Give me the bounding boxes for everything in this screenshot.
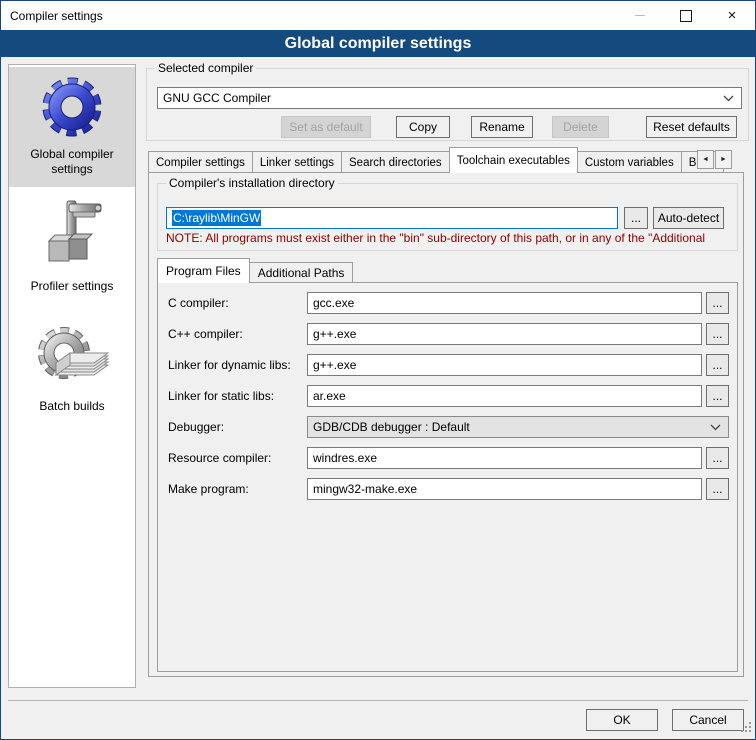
make-program-browse-button[interactable]: ...	[706, 478, 729, 500]
arrow-left-icon: ◄	[702, 156, 709, 163]
rename-button[interactable]: Rename	[471, 116, 533, 138]
field-label: Debugger:	[168, 420, 224, 434]
tab-compiler-settings[interactable]: Compiler settings	[148, 151, 253, 173]
installation-directory-group: Compiler's installation directory C:\ray…	[157, 183, 738, 251]
make-program-input[interactable]: mingw32-make.exe	[307, 478, 702, 500]
static-linker-input[interactable]: ar.exe	[307, 385, 702, 407]
sidebar-item-label: Profiler settings	[25, 279, 120, 294]
settings-sidebar: Global compiler settings	[8, 64, 136, 688]
field-label: C compiler:	[168, 296, 229, 310]
tab-scroll-buttons: ◄ ►	[696, 150, 732, 169]
caliper-icon	[39, 199, 105, 274]
field-label: Resource compiler:	[168, 451, 271, 465]
gear-stack-icon	[34, 321, 110, 394]
auto-detect-button[interactable]: Auto-detect	[653, 207, 724, 229]
tab-toolchain-executables[interactable]: Toolchain executables	[449, 147, 578, 173]
arrow-right-icon: ►	[720, 156, 727, 163]
static-linker-browse-button[interactable]: ...	[706, 385, 729, 407]
field-value: mingw32-make.exe	[313, 482, 417, 496]
directory-browse-button[interactable]: ...	[624, 207, 648, 229]
resource-compiler-input[interactable]: windres.exe	[307, 447, 702, 469]
field-label: C++ compiler:	[168, 327, 243, 341]
installation-directory-group-label: Compiler's installation directory	[166, 176, 338, 190]
tab-custom-variables[interactable]: Custom variables	[577, 151, 682, 173]
sidebar-item-batch-builds[interactable]: Batch builds	[9, 313, 135, 419]
gear-blue-icon	[40, 75, 104, 142]
field-label: Make program:	[168, 482, 249, 496]
dynamic-linker-input[interactable]: g++.exe	[307, 354, 702, 376]
cpp-compiler-input[interactable]: g++.exe	[307, 323, 702, 345]
compiler-select[interactable]: GNU GCC Compiler	[157, 87, 742, 109]
minimize-button[interactable]	[617, 1, 663, 30]
tab-scroll-right-button[interactable]: ►	[715, 150, 732, 169]
chevron-down-icon	[710, 424, 721, 431]
title-bar: Compiler settings ×	[1, 1, 755, 30]
bin-directory-note: NOTE: All programs must exist either in …	[166, 231, 733, 245]
tab-scroll-left-button[interactable]: ◄	[697, 150, 714, 169]
toolchain-subtab-bar: Program Files Additional Paths	[157, 259, 352, 283]
field-value: gcc.exe	[313, 296, 354, 310]
close-button[interactable]: ×	[709, 1, 755, 30]
c-compiler-input[interactable]: gcc.exe	[307, 292, 702, 314]
sidebar-item-global-compiler-settings[interactable]: Global compiler settings	[9, 67, 135, 187]
compiler-settings-dialog: Compiler settings × Global compiler sett…	[0, 0, 756, 740]
footer-divider	[8, 700, 748, 701]
selected-compiler-group-label: Selected compiler	[155, 61, 256, 75]
c-compiler-browse-button[interactable]: ...	[706, 292, 729, 314]
sidebar-item-label: Batch builds	[33, 399, 110, 414]
field-label: Linker for static libs:	[168, 389, 274, 403]
sidebar-item-profiler-settings[interactable]: Profiler settings	[9, 191, 135, 293]
compiler-select-value: GNU GCC Compiler	[163, 91, 271, 105]
subtab-additional-paths[interactable]: Additional Paths	[249, 262, 354, 283]
selected-compiler-group: Selected compiler GNU GCC Compiler Set a…	[146, 68, 749, 141]
copy-button[interactable]: Copy	[396, 116, 450, 138]
field-row-dynamic-linker: Linker for dynamic libs: g++.exe ...	[158, 354, 737, 376]
field-value: g++.exe	[313, 358, 356, 372]
maximize-button[interactable]	[663, 1, 709, 30]
cancel-button[interactable]: Cancel	[672, 709, 744, 731]
subtab-program-files[interactable]: Program Files	[157, 258, 250, 283]
field-row-debugger: Debugger: GDB/CDB debugger : Default	[158, 416, 737, 438]
toolchain-executables-panel: Compiler's installation directory C:\ray…	[148, 172, 744, 677]
cpp-compiler-browse-button[interactable]: ...	[706, 323, 729, 345]
chevron-down-icon	[723, 95, 734, 102]
delete-button[interactable]: Delete	[552, 116, 609, 138]
window-title: Compiler settings	[10, 9, 103, 23]
tab-linker-settings[interactable]: Linker settings	[252, 151, 342, 173]
page-title: Global compiler settings	[1, 30, 755, 57]
field-label: Linker for dynamic libs:	[168, 358, 291, 372]
maximize-icon	[680, 10, 692, 22]
field-value: ar.exe	[313, 389, 346, 403]
tab-search-directories[interactable]: Search directories	[341, 151, 450, 173]
field-row-c-compiler: C compiler: gcc.exe ...	[158, 292, 737, 314]
set-as-default-button[interactable]: Set as default	[281, 116, 371, 138]
field-row-cpp-compiler: C++ compiler: g++.exe ...	[158, 323, 737, 345]
field-value: g++.exe	[313, 327, 356, 341]
reset-defaults-button[interactable]: Reset defaults	[646, 116, 737, 138]
dynamic-linker-browse-button[interactable]: ...	[706, 354, 729, 376]
main-tab-bar: Compiler settings Linker settings Search…	[148, 148, 744, 173]
installation-directory-value: C:\raylib\MinGW	[172, 210, 261, 226]
resize-grip-icon[interactable]	[740, 721, 752, 736]
field-value: windres.exe	[313, 451, 377, 465]
field-row-static-linker: Linker for static libs: ar.exe ...	[158, 385, 737, 407]
debugger-select[interactable]: GDB/CDB debugger : Default	[307, 416, 729, 438]
program-files-panel: C compiler: gcc.exe ... C++ compiler: g+…	[157, 282, 738, 672]
resource-compiler-browse-button[interactable]: ...	[706, 447, 729, 469]
field-row-make-program: Make program: mingw32-make.exe ...	[158, 478, 737, 500]
ok-button[interactable]: OK	[586, 709, 658, 731]
debugger-select-value: GDB/CDB debugger : Default	[313, 420, 470, 434]
field-row-resource-compiler: Resource compiler: windres.exe ...	[158, 447, 737, 469]
close-icon: ×	[728, 8, 737, 23]
sidebar-item-label: Global compiler settings	[9, 147, 135, 177]
minimize-icon	[635, 15, 645, 16]
installation-directory-input[interactable]: C:\raylib\MinGW	[166, 207, 618, 229]
window-controls: ×	[617, 1, 755, 30]
